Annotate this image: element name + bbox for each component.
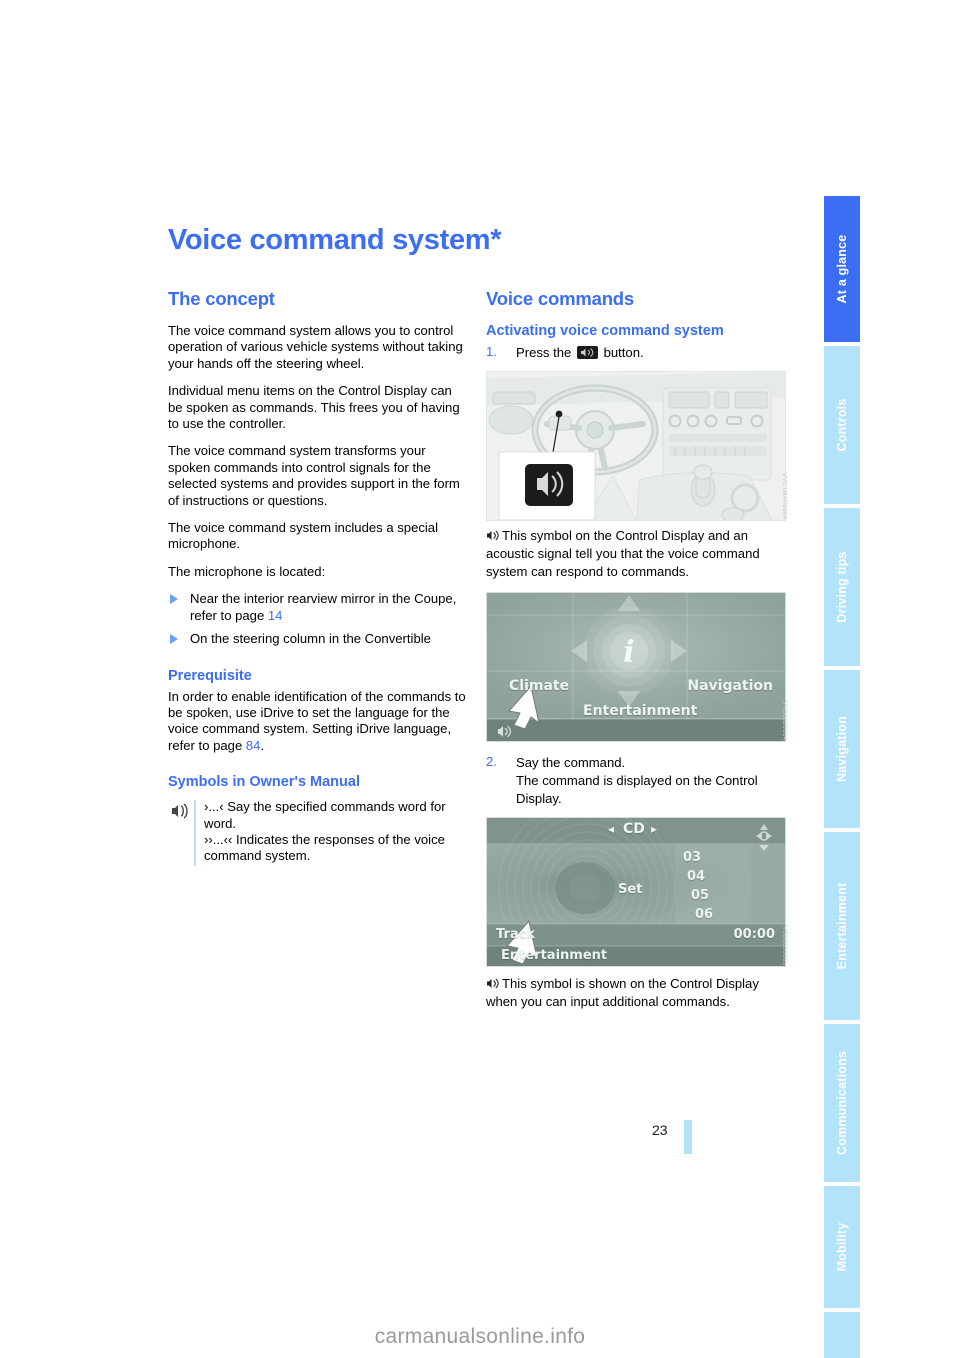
cd-track-05[interactable]: 05 — [691, 888, 709, 903]
car-interior-illustration — [486, 371, 786, 521]
step-1: 1. Press the button. — [486, 344, 786, 362]
symbols-line-2: ››...‹‹ Indicates the responses of the v… — [204, 831, 445, 864]
section-heading-prerequisite: Prerequisite — [168, 667, 252, 684]
symbols-note-block: ›...‹ Say the specified commands word fo… — [168, 799, 468, 866]
step-1-number: 1. — [486, 344, 497, 359]
concept-paragraph-4: The voice command system includes a spec… — [168, 520, 438, 552]
voice-button-icon — [576, 346, 598, 359]
step-2-line-2: The command is displayed on the Control … — [516, 773, 758, 806]
page-number: 23 — [652, 1122, 668, 1138]
sidebar-tab-controls[interactable]: Controls — [824, 346, 860, 504]
right-column: Voice commands Activating voice command … — [486, 288, 787, 1022]
sidebar-tab-label: Driving tips — [835, 551, 849, 623]
sidebar-tab-driving-tips[interactable]: Driving tips — [824, 508, 860, 666]
additional-commands-note-text: This symbol is shown on the Control Disp… — [486, 976, 759, 1009]
section-tab-rail: At a glance Controls Driving tips Navigatio… — [824, 196, 860, 1358]
cd-title: CD — [623, 821, 645, 837]
step-2: 2. Say the command. The command is displ… — [486, 754, 786, 808]
voice-ready-note: This symbol on the Control Display and a… — [486, 527, 786, 581]
microphone-location-list: Near the interior rearview mirror in the… — [168, 591, 468, 647]
figure-cd-screen: ◂ CD ▸ Set 03 04 05 06 Track 00:00 Enter… — [486, 817, 787, 967]
sidebar-tab-communications[interactable]: Communications — [824, 1024, 860, 1182]
section-heading-symbols: Symbols in Owner's Manual — [168, 774, 360, 791]
voice-ready-note-text: This symbol on the Control Display and a… — [486, 528, 760, 579]
site-watermark: carmanualsonline.info — [374, 1325, 586, 1348]
section-heading-voice-commands: Voice commands — [486, 288, 634, 309]
sidebar-tab-label: Entertainment — [835, 882, 849, 970]
sidebar-tab-label: Communications — [835, 1050, 849, 1156]
sidebar-tab-label: Controls — [835, 398, 849, 452]
bullet-text-1: Near the interior rearview mirror in the… — [190, 591, 457, 623]
page-title: Voice command system* — [168, 224, 502, 256]
step-1-text-after: button. — [599, 345, 644, 360]
cd-track-03[interactable]: 03 — [683, 850, 701, 865]
triangle-bullet-icon — [170, 634, 178, 645]
page-ref-14[interactable]: 14 — [268, 608, 283, 623]
prerequisite-paragraph: In order to enable identification of the… — [168, 689, 468, 755]
figure-code: VVB0320014 — [781, 700, 787, 740]
cd-track-06[interactable]: 06 — [695, 907, 713, 922]
manual-page: Voice command system* The concept The vo… — [0, 0, 960, 1358]
voice-active-icon — [486, 529, 499, 542]
figure-code: VSB0331061 — [781, 925, 787, 965]
figure-idrive-main-menu: i Climate Navigation Entertainment VVB03… — [486, 592, 787, 742]
sidebar-tab-mobility[interactable]: Mobility — [824, 1186, 860, 1308]
step-2-line-1: Say the command. — [516, 755, 626, 770]
additional-commands-note: This symbol is shown on the Control Disp… — [486, 975, 786, 1011]
symbols-line-1: ›...‹ Say the specified commands word fo… — [204, 799, 446, 831]
cd-next-arrow-icon[interactable]: ▸ — [651, 822, 657, 836]
svg-text:i: i — [623, 635, 634, 670]
note-vertical-rule — [194, 800, 196, 866]
voice-active-icon — [486, 977, 499, 990]
concept-paragraph-3: The voice command system transforms your… — [168, 443, 460, 508]
prerequisite-text-after: . — [260, 737, 265, 753]
cd-time: 00:00 — [733, 927, 775, 942]
cd-player-screen: ◂ CD ▸ Set 03 04 05 06 Track 00:00 Enter… — [486, 817, 786, 967]
cd-track-04[interactable]: 04 — [687, 869, 705, 884]
idrive-main-menu-screen: i Climate Navigation Entertainment — [486, 592, 786, 742]
bullet-text-2: On the steering column in the Convertibl… — [190, 631, 431, 647]
idrive-label-entertainment[interactable]: Entertainment — [583, 703, 697, 719]
concept-paragraph-1: The voice command system allows you to c… — [168, 323, 463, 371]
sidebar-tab-label: At a glance — [835, 234, 849, 304]
step-1-text-before: Press the — [516, 345, 575, 360]
page-ref-84[interactable]: 84 — [246, 738, 261, 753]
list-item: Near the interior rearview mirror in the… — [168, 591, 468, 624]
cd-prev-arrow-icon[interactable]: ◂ — [608, 822, 614, 836]
sidebar-tab-label: Navigation — [835, 716, 849, 782]
figure-car-interior: VVC1MAP0904 — [486, 371, 787, 521]
prerequisite-text-before: In order to enable identification of the… — [168, 688, 466, 753]
figure-code: VVC1MAP0904 — [781, 472, 787, 519]
page-content: Voice command system* The concept The vo… — [0, 0, 824, 1358]
left-column: The concept The voice command system all… — [168, 288, 468, 866]
page-number-bar — [684, 1120, 692, 1154]
list-item: On the steering column in the Convertibl… — [168, 631, 468, 647]
step-2-number: 2. — [486, 754, 497, 769]
cd-track-label: Track — [496, 927, 535, 942]
section-heading-activating: Activating voice command system — [486, 323, 724, 339]
speaking-mouth-icon — [170, 802, 190, 820]
cd-set-label[interactable]: Set — [618, 882, 642, 897]
triangle-bullet-icon — [170, 594, 178, 605]
idrive-label-navigation[interactable]: Navigation — [687, 678, 773, 694]
sidebar-tab-at-a-glance[interactable]: At a glance — [824, 196, 860, 342]
sidebar-tab-entertainment[interactable]: Entertainment — [824, 832, 860, 1020]
concept-paragraph-2: Individual menu items on the Control Dis… — [168, 383, 460, 432]
cd-bottom-label[interactable]: Entertainment — [501, 948, 607, 963]
sidebar-tab-navigation[interactable]: Navigation — [824, 670, 860, 828]
concept-paragraph-5: The microphone is located: — [168, 563, 326, 579]
sidebar-tab-label: Mobility — [835, 1222, 849, 1272]
section-heading-the-concept: The concept — [168, 288, 275, 309]
step-1-text: Press the button. — [516, 345, 644, 360]
idrive-label-climate[interactable]: Climate — [509, 678, 569, 694]
